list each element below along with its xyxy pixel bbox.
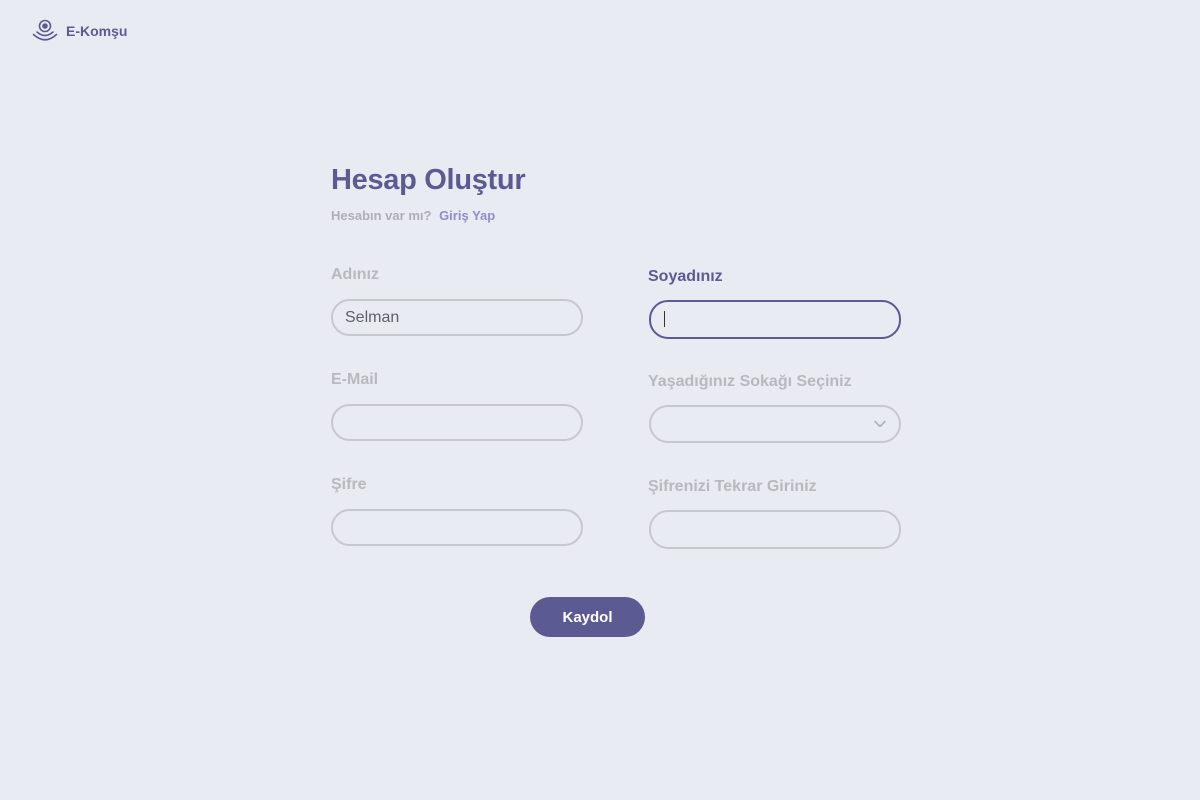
brand-name: E-Komşu (66, 23, 128, 39)
last-name-input[interactable] (649, 300, 901, 339)
first-name-label: Adınız (331, 266, 379, 283)
register-button[interactable]: Kaydol (530, 597, 645, 637)
page-title: Hesap Oluştur (331, 164, 526, 196)
brand-logo[interactable]: E-Komşu (32, 18, 127, 44)
email-label: E-Mail (331, 371, 379, 388)
radar-person-icon (32, 19, 58, 41)
last-name-label: Soyadınız (648, 268, 723, 285)
login-prompt: Hesabın var mı? Giriş Yap (331, 208, 495, 223)
chevron-down-icon (874, 420, 886, 428)
password-confirm-input[interactable] (649, 510, 901, 549)
password-confirm-label: Şifrenizi Tekrar Giriniz (648, 478, 817, 495)
password-label: Şifre (331, 476, 367, 493)
street-label: Yaşadığınız Sokağı Seçiniz (648, 373, 852, 390)
text-caret (664, 311, 665, 327)
street-select[interactable] (649, 405, 901, 443)
password-input[interactable] (331, 509, 583, 546)
first-name-input[interactable] (331, 299, 583, 336)
login-link[interactable]: Giriş Yap (439, 208, 495, 223)
login-prompt-text: Hesabın var mı? (331, 208, 432, 223)
email-input[interactable] (331, 404, 583, 441)
